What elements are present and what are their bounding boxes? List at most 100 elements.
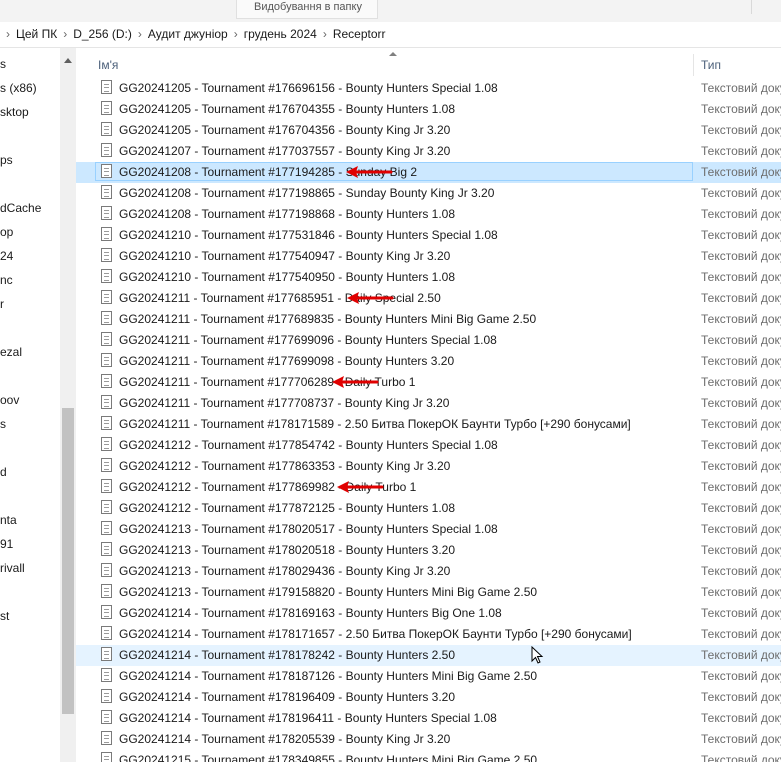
nav-item[interactable]: st (0, 606, 9, 626)
table-row[interactable]: GG20241214 - Tournament #178187126 - Bou… (76, 666, 781, 687)
file-type: Текстовий доку (701, 165, 781, 179)
file-name[interactable]: GG20241213 - Tournament #178020518 - Bou… (119, 543, 455, 557)
breadcrumb-this-pc[interactable]: Цей ПК (16, 27, 57, 41)
table-row[interactable]: GG20241212 - Tournament #177872125 - Bou… (76, 498, 781, 519)
file-name[interactable]: GG20241214 - Tournament #178187126 - Bou… (119, 669, 537, 683)
breadcrumb-drive[interactable]: D_256 (D:) (73, 27, 132, 41)
table-row[interactable]: GG20241208 - Tournament #177194285 - Sun… (76, 162, 781, 183)
chevron-right-icon[interactable]: › (323, 27, 327, 41)
file-name[interactable]: GG20241214 - Tournament #178205539 - Bou… (119, 732, 450, 746)
table-row[interactable]: GG20241207 - Tournament #177037557 - Bou… (76, 141, 781, 162)
file-name[interactable]: GG20241211 - Tournament #177699098 - Bou… (119, 354, 454, 368)
file-name[interactable]: GG20241211 - Tournament #177689835 - Bou… (119, 312, 536, 326)
table-row[interactable]: GG20241211 - Tournament #177685951 - Dai… (76, 288, 781, 309)
column-divider[interactable] (693, 54, 694, 76)
table-row[interactable]: GG20241208 - Tournament #177198868 - Bou… (76, 204, 781, 225)
nav-item[interactable]: 24 (0, 246, 13, 266)
file-name[interactable]: GG20241207 - Tournament #177037557 - Bou… (119, 144, 450, 158)
file-name[interactable]: GG20241211 - Tournament #178171589 - 2.5… (119, 417, 631, 431)
extract-to-folder-label[interactable]: Видобування в папку (254, 1, 362, 13)
breadcrumb-december[interactable]: грудень 2024 (244, 27, 317, 41)
nav-item[interactable]: d (0, 462, 7, 482)
file-name[interactable]: GG20241214 - Tournament #178196409 - Bou… (119, 690, 455, 704)
nav-item[interactable]: op (0, 222, 13, 242)
file-name[interactable]: GG20241214 - Tournament #178171657 - 2.5… (119, 627, 632, 641)
table-row[interactable]: GG20241214 - Tournament #178196411 - Bou… (76, 708, 781, 729)
file-name[interactable]: GG20241215 - Tournament #178349855 - Bou… (119, 753, 537, 762)
chevron-right-icon[interactable]: › (6, 27, 10, 41)
file-name[interactable]: GG20241213 - Tournament #178029436 - Bou… (119, 564, 450, 578)
table-row[interactable]: GG20241214 - Tournament #178205539 - Bou… (76, 729, 781, 750)
table-row[interactable]: GG20241214 - Tournament #178178242 - Bou… (76, 645, 781, 666)
table-row[interactable]: GG20241212 - Tournament #177869982 - Dai… (76, 477, 781, 498)
nav-item[interactable]: r (0, 294, 4, 314)
table-row[interactable]: GG20241205 - Tournament #176704356 - Bou… (76, 120, 781, 141)
nav-item[interactable]: s (0, 54, 6, 74)
table-row[interactable]: GG20241210 - Tournament #177540950 - Bou… (76, 267, 781, 288)
table-row[interactable]: GG20241214 - Tournament #178196409 - Bou… (76, 687, 781, 708)
navigation-scrollbar[interactable] (60, 48, 76, 762)
scroll-up-arrow-icon[interactable] (64, 58, 72, 63)
table-row[interactable]: GG20241211 - Tournament #177699098 - Bou… (76, 351, 781, 372)
breadcrumb-audit[interactable]: Аудит джуніор (148, 27, 228, 41)
table-row[interactable]: GG20241210 - Tournament #177540947 - Bou… (76, 246, 781, 267)
table-row[interactable]: GG20241215 - Tournament #178349855 - Bou… (76, 750, 781, 762)
file-name[interactable]: GG20241211 - Tournament #177708737 - Bou… (119, 396, 449, 410)
file-name[interactable]: GG20241208 - Tournament #177198865 - Sun… (119, 186, 494, 200)
table-row[interactable]: GG20241214 - Tournament #178169163 - Bou… (76, 603, 781, 624)
file-name[interactable]: GG20241212 - Tournament #177854742 - Bou… (119, 438, 498, 452)
file-name[interactable]: GG20241214 - Tournament #178178242 - Bou… (119, 648, 455, 662)
table-row[interactable]: GG20241211 - Tournament #177689835 - Bou… (76, 309, 781, 330)
file-name[interactable]: GG20241210 - Tournament #177540947 - Bou… (119, 249, 450, 263)
table-row[interactable]: GG20241213 - Tournament #178020518 - Bou… (76, 540, 781, 561)
table-row[interactable]: GG20241213 - Tournament #178029436 - Bou… (76, 561, 781, 582)
nav-item[interactable]: s (x86) (0, 78, 37, 98)
file-name[interactable]: GG20241214 - Tournament #178196411 - Bou… (119, 711, 497, 725)
file-name[interactable]: GG20241205 - Tournament #176696156 - Bou… (119, 81, 498, 95)
nav-item[interactable]: ezal (0, 342, 22, 362)
column-name-header[interactable]: Ім'я (98, 58, 118, 72)
nav-item[interactable]: rivall (0, 558, 25, 578)
file-name[interactable]: GG20241211 - Tournament #177699096 - Bou… (119, 333, 497, 347)
table-row[interactable]: GG20241205 - Tournament #176704355 - Bou… (76, 99, 781, 120)
chevron-right-icon[interactable]: › (63, 27, 67, 41)
file-name[interactable]: GG20241205 - Tournament #176704355 - Bou… (119, 102, 455, 116)
nav-item[interactable]: sktop (0, 102, 29, 122)
nav-item[interactable]: dCache (0, 198, 41, 218)
scrollbar-thumb[interactable] (62, 408, 74, 714)
file-name[interactable]: GG20241210 - Tournament #177540950 - Bou… (119, 270, 455, 284)
mouse-cursor-icon (531, 646, 544, 664)
text-file-icon (101, 689, 112, 703)
column-type-header[interactable]: Тип (701, 58, 721, 72)
breadcrumb-receptorr[interactable]: Receptorr (333, 27, 386, 41)
table-row[interactable]: GG20241208 - Tournament #177198865 - Sun… (76, 183, 781, 204)
file-name[interactable]: GG20241214 - Tournament #178169163 - Bou… (119, 606, 502, 620)
file-name[interactable]: GG20241213 - Tournament #179158820 - Bou… (119, 585, 537, 599)
chevron-right-icon[interactable]: › (234, 27, 238, 41)
file-name[interactable]: GG20241205 - Tournament #176704356 - Bou… (119, 123, 450, 137)
table-row[interactable]: GG20241211 - Tournament #177706289 - Dai… (76, 372, 781, 393)
file-name[interactable]: GG20241212 - Tournament #177863353 - Bou… (119, 459, 450, 473)
nav-item[interactable]: ps (0, 150, 13, 170)
file-name[interactable]: GG20241208 - Tournament #177198868 - Bou… (119, 207, 455, 221)
table-row[interactable]: GG20241213 - Tournament #178020517 - Bou… (76, 519, 781, 540)
chevron-right-icon[interactable]: › (138, 27, 142, 41)
table-row[interactable]: GG20241211 - Tournament #178171589 - 2.5… (76, 414, 781, 435)
file-name[interactable]: GG20241210 - Tournament #177531846 - Bou… (119, 228, 498, 242)
address-bar[interactable]: › Цей ПК › D_256 (D:) › Аудит джуніор › грудень… (0, 22, 781, 48)
file-name[interactable]: GG20241213 - Tournament #178020517 - Bou… (119, 522, 498, 536)
table-row[interactable]: GG20241205 - Tournament #176696156 - Bou… (76, 78, 781, 99)
table-row[interactable]: GG20241213 - Tournament #179158820 - Bou… (76, 582, 781, 603)
nav-item[interactable]: oov (0, 390, 19, 410)
table-row[interactable]: GG20241212 - Tournament #177854742 - Bou… (76, 435, 781, 456)
table-row[interactable]: GG20241211 - Tournament #177708737 - Bou… (76, 393, 781, 414)
table-row[interactable]: GG20241214 - Tournament #178171657 - 2.5… (76, 624, 781, 645)
table-row[interactable]: GG20241210 - Tournament #177531846 - Bou… (76, 225, 781, 246)
table-row[interactable]: GG20241211 - Tournament #177699096 - Bou… (76, 330, 781, 351)
nav-item[interactable]: 91 (0, 534, 13, 554)
nav-item[interactable]: s (0, 414, 6, 434)
nav-item[interactable]: nc (0, 270, 13, 290)
nav-item[interactable]: nta (0, 510, 17, 530)
file-name[interactable]: GG20241212 - Tournament #177872125 - Bou… (119, 501, 455, 515)
table-row[interactable]: GG20241212 - Tournament #177863353 - Bou… (76, 456, 781, 477)
